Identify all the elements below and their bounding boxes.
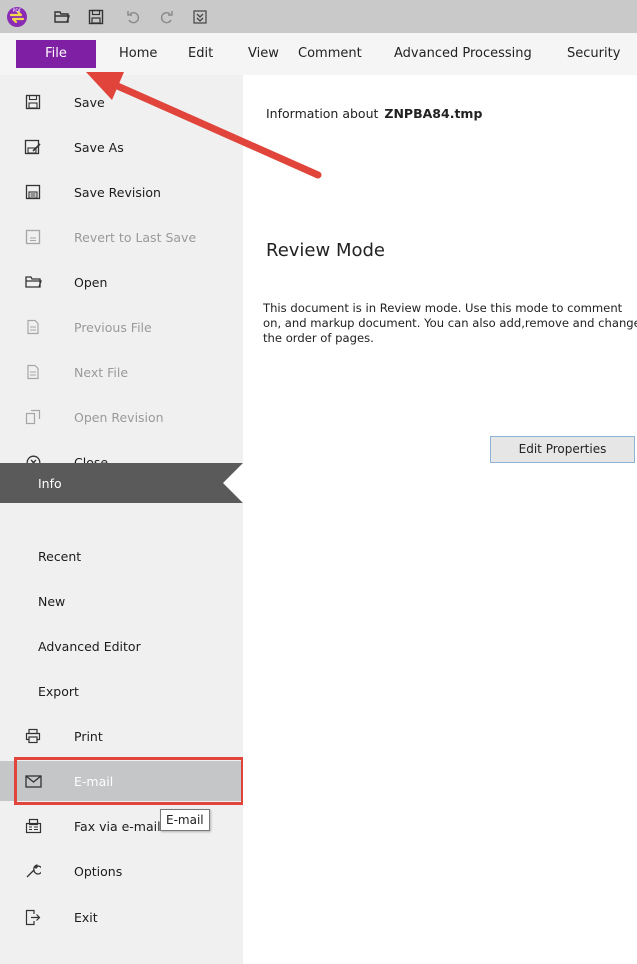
menu-item-label: Save	[74, 94, 105, 110]
menu-item-save[interactable]: Save	[0, 82, 243, 122]
menu-item-label: Recent	[38, 548, 82, 564]
email-highlight-annotation	[14, 757, 244, 805]
customize-icon[interactable]	[191, 0, 209, 33]
info-prefix: Information about	[266, 106, 379, 121]
review-mode-description: This document is in Review mode. Use thi…	[263, 301, 637, 345]
printer-icon	[24, 727, 42, 745]
open-folder-icon[interactable]	[52, 0, 72, 33]
tab-security[interactable]: Security	[567, 33, 620, 75]
menu-item-label: Exit	[74, 909, 98, 925]
tab-comment[interactable]: Comment	[298, 33, 362, 75]
menu-item-label: Options	[74, 863, 123, 879]
undo-icon[interactable]	[124, 0, 142, 33]
info-heading: Information about ZNPBA84.tmp	[266, 106, 482, 121]
save-revision-icon	[24, 183, 42, 201]
svg-text:PDF: PDF	[13, 8, 22, 14]
revert-icon	[24, 228, 42, 246]
menu-item-label: Open Revision	[74, 409, 164, 425]
info-panel: Information about ZNPBA84.tmp Review Mode…	[243, 75, 637, 964]
menu-item-next-file[interactable]: Next File	[0, 352, 243, 392]
review-mode-title: Review Mode	[266, 240, 385, 258]
menu-item-label: Export	[38, 683, 79, 699]
open-revision-icon	[24, 408, 42, 426]
filename: ZNPBA84.tmp	[384, 106, 483, 121]
app-logo-icon[interactable]: PDF	[5, 0, 29, 33]
redo-icon[interactable]	[158, 0, 176, 33]
menu-item-open-revision[interactable]: Open Revision	[0, 397, 243, 437]
menu-item-label: Advanced Editor	[38, 638, 141, 654]
menu-item-label: Revert to Last Save	[74, 229, 197, 245]
menu-item-new[interactable]: New	[0, 581, 243, 621]
save-as-icon	[24, 138, 42, 156]
menu-item-recent[interactable]: Recent	[0, 536, 243, 576]
menu-item-save-revision[interactable]: Save Revision	[0, 172, 243, 212]
menu-item-advanced-editor[interactable]: Advanced Editor	[0, 626, 243, 666]
tab-advanced-processing[interactable]: Advanced Processing	[394, 33, 532, 75]
save-icon	[24, 93, 42, 111]
menu-item-label: Save As	[74, 139, 124, 155]
tab-view[interactable]: View	[248, 33, 279, 75]
save-icon[interactable]	[86, 0, 106, 33]
fax-icon	[24, 817, 42, 835]
tab-home[interactable]: Home	[119, 33, 157, 75]
title-bar: PDF	[0, 0, 637, 33]
edit-properties-button[interactable]: Edit Properties	[490, 436, 635, 463]
menu-item-open[interactable]: Open	[0, 262, 243, 302]
email-tooltip: E-mail	[160, 809, 210, 831]
menu-item-print[interactable]: Print	[0, 716, 243, 756]
menu-item-options[interactable]: Options	[0, 851, 243, 891]
menu-item-export[interactable]: Export	[0, 671, 243, 711]
menu-item-label: Print	[74, 728, 103, 744]
ribbon-tabs: File Home Edit View Comment Advanced Pro…	[0, 33, 637, 76]
menu-item-label: Next File	[74, 364, 129, 380]
wrench-icon	[24, 862, 42, 880]
menu-item-label: New	[38, 593, 66, 609]
menu-item-label: Previous File	[74, 319, 152, 335]
menu-item-exit[interactable]: Exit	[0, 897, 243, 937]
menu-item-previous-file[interactable]: Previous File	[0, 307, 243, 347]
exit-icon	[24, 908, 42, 926]
open-folder-icon	[24, 273, 42, 291]
menu-item-label: Fax via e-mail	[74, 818, 161, 834]
menu-item-label: Save Revision	[74, 184, 161, 200]
menu-item-label: Info	[38, 475, 62, 491]
menu-item-info[interactable]: Info	[0, 463, 243, 503]
previous-file-icon	[24, 318, 42, 336]
tab-edit[interactable]: Edit	[188, 33, 213, 75]
selected-notch	[223, 463, 243, 503]
menu-item-save-as[interactable]: Save As	[0, 127, 243, 167]
tab-file[interactable]: File	[16, 40, 96, 68]
menu-item-label: Open	[74, 274, 108, 290]
next-file-icon	[24, 363, 42, 381]
menu-item-revert-to-last-save[interactable]: Revert to Last Save	[0, 217, 243, 257]
